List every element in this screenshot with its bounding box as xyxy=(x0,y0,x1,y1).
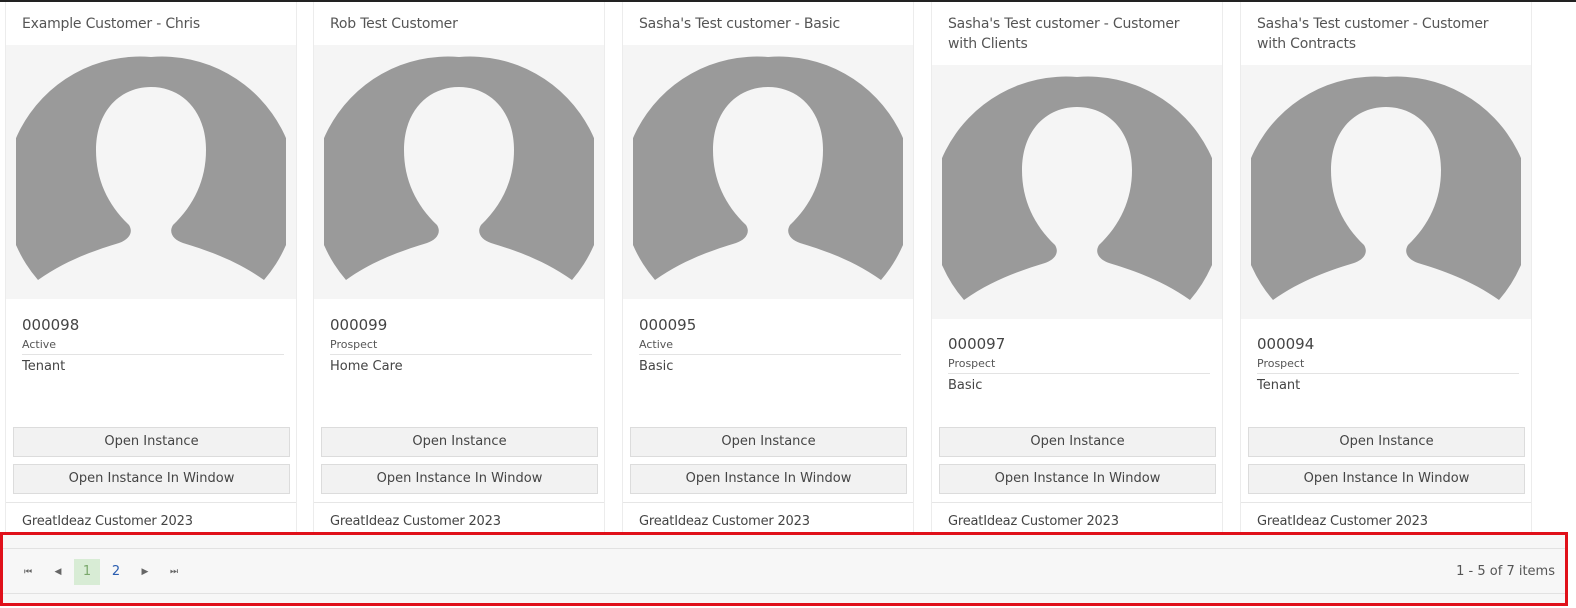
avatar xyxy=(623,45,913,299)
card-footer: GreatIdeaz Customer 2023 xyxy=(22,514,193,529)
first-page-icon[interactable]: ⏮ xyxy=(15,559,41,585)
user-silhouette-icon xyxy=(16,56,286,280)
open-instance-button[interactable]: Open Instance xyxy=(13,427,290,457)
avatar xyxy=(932,65,1222,319)
customer-card: Rob Test Customer 000099 Prospect Home C… xyxy=(313,2,605,548)
customer-type: Basic xyxy=(639,359,674,374)
card-details: 000097 Prospect Basic xyxy=(948,334,1210,395)
card-title: Sasha's Test customer - Customer with Co… xyxy=(1257,16,1489,52)
customer-code: 000095 xyxy=(639,316,697,334)
customer-card: Sasha's Test customer - Customer with Cl… xyxy=(931,2,1223,548)
card-title: Example Customer - Chris xyxy=(22,16,200,32)
card-title: Sasha's Test customer - Basic xyxy=(639,16,840,32)
customer-type: Tenant xyxy=(22,359,66,374)
divider xyxy=(623,502,913,503)
user-silhouette-icon xyxy=(633,56,903,280)
customer-code: 000099 xyxy=(330,316,388,334)
open-instance-in-window-button[interactable]: Open Instance In Window xyxy=(1248,464,1525,494)
card-title: Sasha's Test customer - Customer with Cl… xyxy=(948,16,1180,52)
page-1[interactable]: 1 xyxy=(74,559,100,585)
divider xyxy=(3,548,1565,549)
customer-status: Prospect xyxy=(1257,357,1519,374)
card-footer: GreatIdeaz Customer 2023 xyxy=(330,514,501,529)
customer-type: Basic xyxy=(948,378,983,393)
divider xyxy=(3,593,1565,594)
customer-code: 000098 xyxy=(22,316,80,334)
customer-code: 000097 xyxy=(948,335,1006,353)
open-instance-button[interactable]: Open Instance xyxy=(939,427,1216,457)
customer-code: 000094 xyxy=(1257,335,1315,353)
open-instance-button[interactable]: Open Instance xyxy=(630,427,907,457)
divider xyxy=(1241,502,1531,503)
card-details: 000095 Active Basic xyxy=(639,315,901,376)
card-title: Rob Test Customer xyxy=(330,16,458,32)
user-silhouette-icon xyxy=(324,56,594,280)
card-footer: GreatIdeaz Customer 2023 xyxy=(1257,514,1428,529)
open-instance-in-window-button[interactable]: Open Instance In Window xyxy=(13,464,290,494)
next-page-icon[interactable]: ▶ xyxy=(132,559,158,585)
avatar xyxy=(1241,65,1531,319)
customer-card: Sasha's Test customer - Basic 000095 Act… xyxy=(622,2,914,548)
pager-bar: ⏮ ◀ 1 2 ▶ ⏭ 1 - 5 of 7 items xyxy=(0,532,1568,606)
customer-card-list: Example Customer - Chris 000098 Active T… xyxy=(0,0,1576,548)
avatar xyxy=(314,45,604,299)
avatar xyxy=(6,45,296,299)
open-instance-in-window-button[interactable]: Open Instance In Window xyxy=(630,464,907,494)
user-silhouette-icon xyxy=(942,76,1212,300)
customer-status: Prospect xyxy=(948,357,1210,374)
page-2[interactable]: 2 xyxy=(103,559,129,585)
pager-info: 1 - 5 of 7 items xyxy=(1456,564,1555,579)
card-footer: GreatIdeaz Customer 2023 xyxy=(948,514,1119,529)
open-instance-in-window-button[interactable]: Open Instance In Window xyxy=(321,464,598,494)
divider xyxy=(314,502,604,503)
open-instance-button[interactable]: Open Instance xyxy=(1248,427,1525,457)
customer-status: Prospect xyxy=(330,338,592,355)
card-details: 000094 Prospect Tenant xyxy=(1257,334,1519,395)
card-footer: GreatIdeaz Customer 2023 xyxy=(639,514,810,529)
previous-page-icon[interactable]: ◀ xyxy=(45,559,71,585)
card-details: 000098 Active Tenant xyxy=(22,315,284,376)
customer-card: Sasha's Test customer - Customer with Co… xyxy=(1240,2,1532,548)
customer-status: Active xyxy=(639,338,901,355)
customer-type: Home Care xyxy=(330,359,403,374)
open-instance-in-window-button[interactable]: Open Instance In Window xyxy=(939,464,1216,494)
card-details: 000099 Prospect Home Care xyxy=(330,315,592,376)
customer-type: Tenant xyxy=(1257,378,1301,393)
open-instance-button[interactable]: Open Instance xyxy=(321,427,598,457)
last-page-icon[interactable]: ⏭ xyxy=(161,559,187,585)
customer-status: Active xyxy=(22,338,284,355)
divider xyxy=(6,502,296,503)
customer-card: Example Customer - Chris 000098 Active T… xyxy=(5,2,297,548)
divider xyxy=(932,502,1222,503)
user-silhouette-icon xyxy=(1251,76,1521,300)
